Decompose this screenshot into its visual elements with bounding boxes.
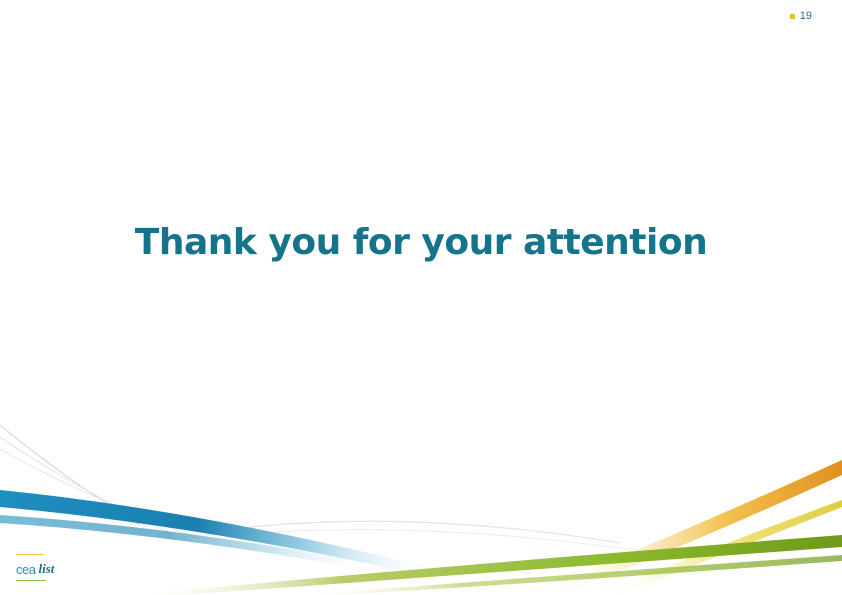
decorative-swoosh	[0, 424, 842, 595]
page-number: 19	[789, 10, 812, 22]
page-marker-icon	[789, 13, 795, 19]
slide-title: Thank you for your attention	[134, 222, 708, 263]
logo-underline	[16, 580, 46, 581]
page-number-label: 19	[799, 10, 812, 22]
logo-accent-line	[16, 554, 44, 555]
slide: 19 Thank you for your attention cea list	[0, 0, 842, 595]
cea-list-logo: cea list	[16, 561, 54, 577]
logo-list-text: list	[38, 561, 55, 576]
logo-cea-text: cea	[16, 561, 36, 577]
